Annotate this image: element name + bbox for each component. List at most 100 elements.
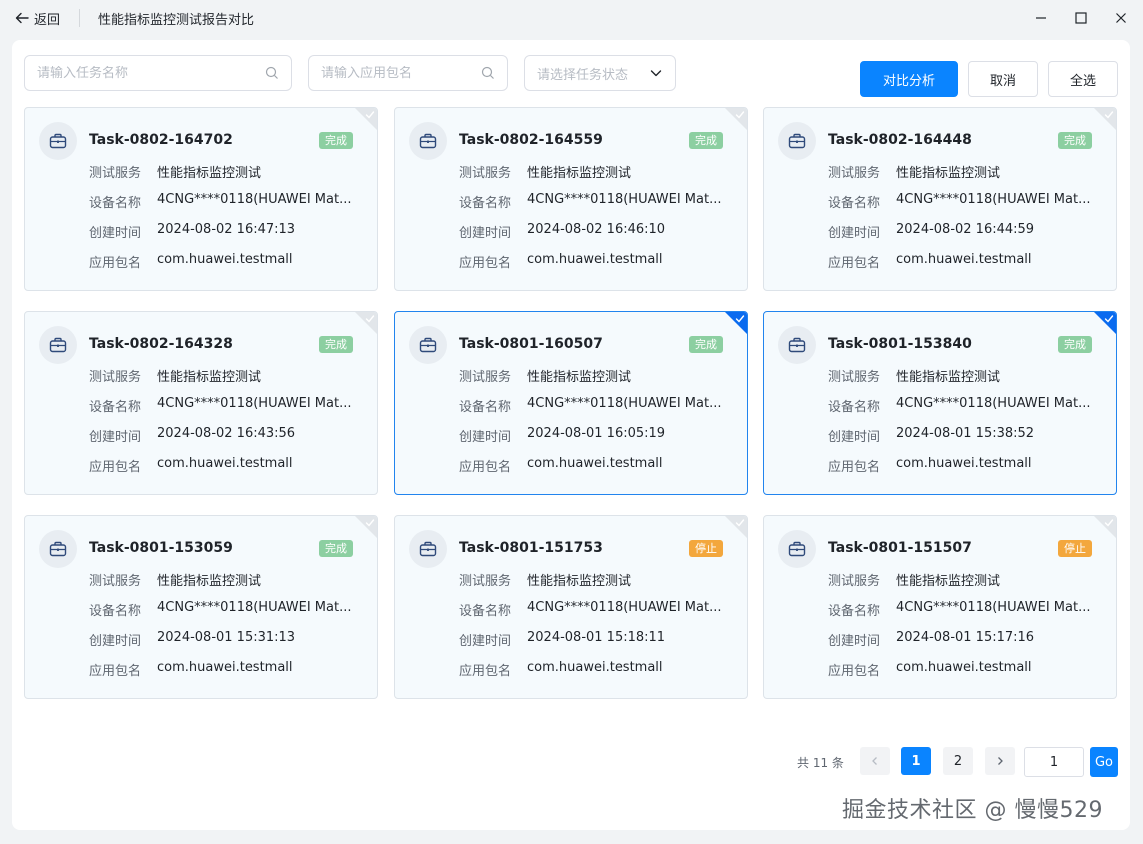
total-count: 共 11 条 bbox=[797, 756, 844, 770]
select-all-button[interactable]: 全选 bbox=[1048, 61, 1118, 97]
card-field-created: 创建时间 2024-08-02 16:43:56 bbox=[89, 426, 295, 445]
field-value: 4CNG****0118(HUAWEI Mat... bbox=[157, 396, 352, 411]
package-name-search[interactable] bbox=[308, 55, 508, 91]
field-value: 4CNG****0118(HUAWEI Mat... bbox=[157, 192, 352, 207]
close-button[interactable] bbox=[1109, 6, 1133, 30]
status-badge: 完成 bbox=[689, 336, 723, 353]
field-value: 性能指标监控测试 bbox=[157, 370, 262, 385]
search-icon bbox=[481, 66, 494, 79]
check-icon bbox=[365, 111, 375, 119]
card-field-package: 应用包名 com.huawei.testmall bbox=[89, 660, 293, 679]
card-field-device: 设备名称 4CNG****0118(HUAWEI Mat... bbox=[828, 600, 1091, 619]
card-field-package: 应用包名 com.huawei.testmall bbox=[828, 456, 1032, 475]
task-card[interactable]: Task-0801-153840 完成 测试服务 性能指标监控测试 设备名称 4CNG**… bbox=[763, 311, 1117, 495]
briefcase-icon bbox=[39, 122, 77, 160]
field-value: com.huawei.testmall bbox=[896, 252, 1032, 267]
minimize-icon bbox=[1036, 17, 1046, 19]
card-field-package: 应用包名 com.huawei.testmall bbox=[89, 252, 293, 271]
back-button[interactable]: 返回 bbox=[14, 8, 60, 28]
card-field-service: 测试服务 性能指标监控测试 bbox=[828, 162, 1000, 181]
check-icon bbox=[1104, 111, 1114, 119]
field-label: 应用包名 bbox=[828, 664, 881, 679]
task-card[interactable]: Task-0801-151753 停止 测试服务 性能指标监控测试 设备名称 4CNG**… bbox=[394, 515, 748, 699]
task-status-select[interactable]: 请选择任务状态 bbox=[524, 55, 676, 91]
card-field-device: 设备名称 4CNG****0118(HUAWEI Mat... bbox=[89, 396, 352, 415]
package-name-input[interactable] bbox=[321, 65, 481, 81]
field-value: 2024-08-01 15:31:13 bbox=[157, 630, 296, 645]
field-value: 2024-08-02 16:44:59 bbox=[896, 222, 1035, 237]
card-field-created: 创建时间 2024-08-01 15:31:13 bbox=[89, 630, 295, 649]
check-icon bbox=[735, 519, 745, 527]
task-name: Task-0801-151753 bbox=[459, 540, 603, 556]
field-label: 设备名称 bbox=[89, 196, 142, 211]
task-card[interactable]: Task-0802-164559 完成 测试服务 性能指标监控测试 设备名称 4CNG**… bbox=[394, 107, 748, 291]
briefcase-icon bbox=[409, 326, 447, 364]
card-field-service: 测试服务 性能指标监控测试 bbox=[89, 570, 261, 589]
card-field-device: 设备名称 4CNG****0118(HUAWEI Mat... bbox=[89, 192, 352, 211]
card-field-service: 测试服务 性能指标监控测试 bbox=[828, 366, 1000, 385]
page-2-button[interactable]: 2 bbox=[943, 747, 973, 775]
field-value: 性能指标监控测试 bbox=[896, 574, 1001, 589]
task-name: Task-0801-153059 bbox=[89, 540, 233, 556]
cancel-button[interactable]: 取消 bbox=[968, 61, 1038, 97]
task-name: Task-0801-160507 bbox=[459, 336, 603, 352]
field-label: 应用包名 bbox=[89, 460, 142, 475]
field-value: 4CNG****0118(HUAWEI Mat... bbox=[157, 600, 352, 615]
next-page-button[interactable] bbox=[985, 747, 1015, 775]
card-field-service: 测试服务 性能指标监控测试 bbox=[89, 366, 261, 385]
task-card[interactable]: Task-0802-164702 完成 测试服务 性能指标监控测试 设备名称 4CNG**… bbox=[24, 107, 378, 291]
field-value: com.huawei.testmall bbox=[896, 456, 1032, 471]
task-name: Task-0802-164448 bbox=[828, 132, 972, 148]
field-label: 测试服务 bbox=[828, 166, 881, 181]
field-label: 测试服务 bbox=[89, 166, 142, 181]
field-label: 设备名称 bbox=[459, 604, 512, 619]
briefcase-icon bbox=[778, 122, 816, 160]
field-label: 创建时间 bbox=[828, 226, 881, 241]
main-panel: 请选择任务状态 对比分析 取消 全选 Task-0802-164702完成测试服… bbox=[12, 40, 1130, 830]
field-value: 2024-08-02 16:46:10 bbox=[527, 222, 666, 237]
field-label: 创建时间 bbox=[89, 430, 142, 445]
field-value: 2024-08-02 16:43:56 bbox=[157, 426, 296, 441]
maximize-button[interactable] bbox=[1069, 6, 1093, 30]
field-label: 创建时间 bbox=[89, 226, 142, 241]
field-value: com.huawei.testmall bbox=[527, 456, 663, 471]
field-value: com.huawei.testmall bbox=[527, 252, 663, 267]
card-field-service: 测试服务 性能指标监控测试 bbox=[459, 570, 631, 589]
window-title: 性能指标监控测试报告对比 bbox=[98, 13, 255, 28]
card-field-package: 应用包名 com.huawei.testmall bbox=[459, 660, 663, 679]
field-label: 设备名称 bbox=[828, 400, 881, 415]
task-name: Task-0802-164328 bbox=[89, 336, 233, 352]
task-card[interactable]: Task-0801-151507 停止 测试服务 性能指标监控测试 设备名称 4CNG**… bbox=[763, 515, 1117, 699]
field-label: 测试服务 bbox=[459, 370, 512, 385]
status-badge: 完成 bbox=[319, 132, 353, 149]
status-badge: 完成 bbox=[1058, 336, 1092, 353]
field-value: 性能指标监控测试 bbox=[157, 166, 262, 181]
page-jump-input[interactable] bbox=[1024, 747, 1084, 777]
field-label: 应用包名 bbox=[459, 256, 512, 271]
task-name-search[interactable] bbox=[24, 55, 292, 91]
field-label: 设备名称 bbox=[459, 196, 512, 211]
check-icon bbox=[1104, 315, 1114, 323]
task-card[interactable]: Task-0802-164448 完成 测试服务 性能指标监控测试 设备名称 4CNG**… bbox=[763, 107, 1117, 291]
minimize-button[interactable] bbox=[1029, 6, 1053, 30]
briefcase-icon bbox=[409, 122, 447, 160]
check-icon bbox=[1104, 519, 1114, 527]
field-value: 性能指标监控测试 bbox=[527, 166, 632, 181]
status-badge: 停止 bbox=[689, 540, 723, 557]
task-card[interactable]: Task-0801-160507 完成 测试服务 性能指标监控测试 设备名称 4CNG**… bbox=[394, 311, 748, 495]
task-card[interactable]: Task-0802-164328 完成 测试服务 性能指标监控测试 设备名称 4CNG**… bbox=[24, 311, 378, 495]
field-value: com.huawei.testmall bbox=[527, 660, 663, 675]
prev-page-button[interactable] bbox=[860, 747, 890, 775]
task-name-input[interactable] bbox=[37, 65, 265, 81]
page-1-button[interactable]: 1 bbox=[901, 747, 931, 775]
field-label: 设备名称 bbox=[828, 196, 881, 211]
check-icon bbox=[365, 315, 375, 323]
card-field-created: 创建时间 2024-08-01 15:38:52 bbox=[828, 426, 1034, 445]
card-field-created: 创建时间 2024-08-01 15:17:16 bbox=[828, 630, 1034, 649]
go-button[interactable]: Go bbox=[1090, 747, 1118, 777]
card-field-created: 创建时间 2024-08-02 16:44:59 bbox=[828, 222, 1034, 241]
field-value: com.huawei.testmall bbox=[157, 660, 293, 675]
task-card[interactable]: Task-0801-153059 完成 测试服务 性能指标监控测试 设备名称 4CNG**… bbox=[24, 515, 378, 699]
status-select-placeholder: 请选择任务状态 bbox=[537, 67, 629, 83]
compare-analysis-button[interactable]: 对比分析 bbox=[860, 61, 958, 97]
